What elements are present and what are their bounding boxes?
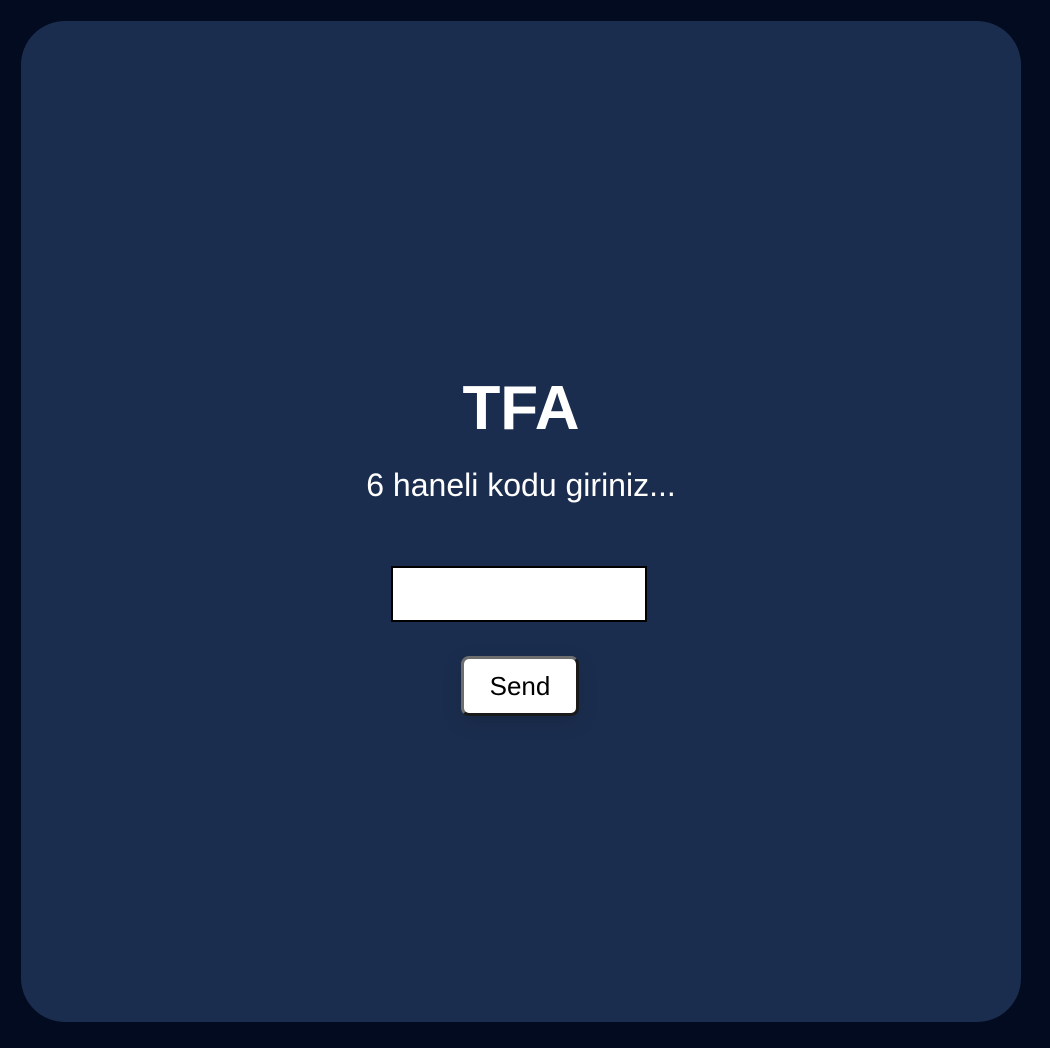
instruction-text: 6 haneli kodu giriniz...	[366, 467, 676, 503]
code-input[interactable]	[391, 566, 647, 622]
tfa-card: TFA 6 haneli kodu giriniz... Send	[21, 21, 1021, 1022]
page-title: TFA	[462, 374, 580, 443]
send-button[interactable]: Send	[461, 656, 579, 716]
